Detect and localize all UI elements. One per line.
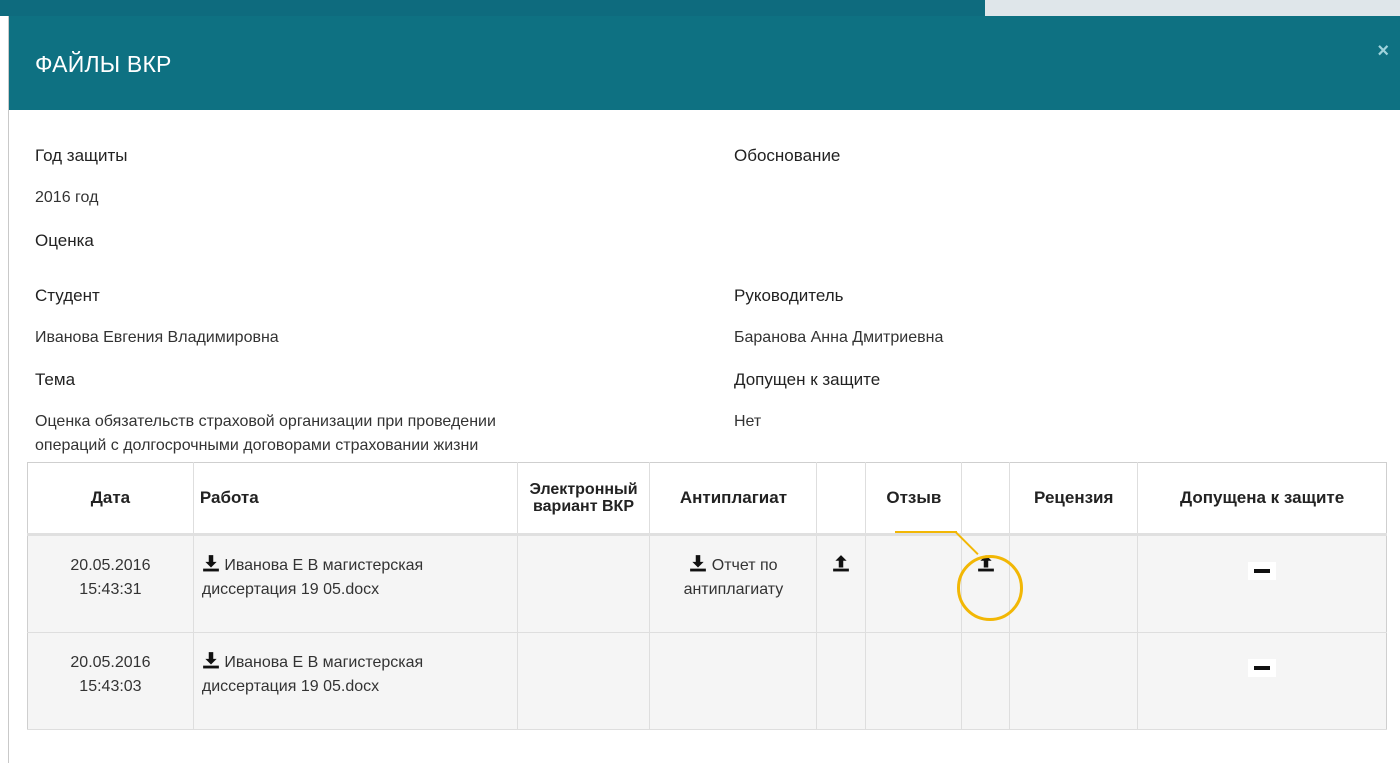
row-referee-cell: [1009, 632, 1138, 730]
close-icon[interactable]: ×: [1377, 40, 1389, 63]
work-file-line1[interactable]: Иванова Е В магистерская: [224, 654, 423, 671]
minus-icon: [1248, 659, 1277, 677]
download-icon[interactable]: [202, 554, 220, 572]
header-date[interactable]: Дата: [27, 462, 194, 536]
header-review: Отзыв: [865, 462, 962, 536]
report-link-line1[interactable]: Отчет по: [712, 557, 778, 574]
row-upload-review-cell: [961, 632, 1010, 730]
basis-label: Обоснование: [734, 146, 841, 165]
row-date: 20.05.2016: [70, 557, 151, 574]
header-electronic-line2: вариант ВКР: [533, 498, 634, 515]
row-review-cell: [865, 534, 962, 633]
download-icon[interactable]: [202, 651, 220, 669]
topic-label: Тема: [35, 370, 76, 389]
header-electronic: Электронный вариант ВКР: [516, 462, 650, 536]
row-time: 15:43:03: [79, 678, 142, 695]
header-upload-antiplagiarism: [816, 462, 866, 536]
work-file-line2[interactable]: диссертация 19 05.docx: [202, 578, 509, 602]
header-electronic-line1: Электронный: [529, 481, 638, 498]
report-link-line2[interactable]: антиплагиату: [658, 578, 808, 602]
student-label: Студент: [35, 286, 100, 305]
work-file-line1[interactable]: Иванова Е В магистерская: [224, 557, 423, 574]
row-referee-cell: [1009, 534, 1138, 633]
row-review-cell: [865, 632, 962, 730]
row-admitted-cell: [1137, 632, 1387, 730]
header-upload-review: [961, 462, 1010, 536]
files-table: Дата Работа Электронный вариант ВКР Анти…: [27, 462, 1387, 730]
admitted-label: Допущен к защите: [734, 370, 881, 389]
topic-value-line1: Оценка обязательств страховой организаци…: [35, 413, 496, 430]
student-value: Иванова Евгения Владимировна: [35, 329, 279, 346]
background-top-strip: [0, 0, 1400, 16]
year-label: Год защиты: [35, 146, 128, 165]
minus-icon: [1248, 562, 1277, 580]
year-value: 2016 год: [35, 189, 99, 206]
row-time: 15:43:31: [79, 581, 142, 598]
table-row: 20.05.2016 15:43:03 Иванова Е В магистер…: [27, 632, 1387, 730]
highlight-circle: [957, 555, 1023, 621]
row-electronic-cell: [516, 632, 650, 730]
highlight-underline: [895, 531, 957, 533]
supervisor-value: Баранова Анна Дмитриевна: [734, 329, 944, 346]
row-admitted-cell: [1137, 534, 1387, 633]
row-antiplagiarism-cell[interactable]: Отчет по антиплагиату: [649, 534, 817, 633]
modal-header: ФАЙЛЫ ВКР ×: [9, 16, 1400, 110]
table-row: 20.05.2016 15:43:31 Иванова Е В магистер…: [27, 534, 1387, 633]
row-electronic-cell: [516, 534, 650, 633]
topic-value-line2: операций с долгосрочными договорами стра…: [35, 437, 479, 454]
work-file-line2[interactable]: диссертация 19 05.docx: [202, 675, 509, 699]
header-referee: Рецензия: [1009, 462, 1138, 536]
row-antiplagiarism-cell: [649, 632, 817, 730]
modal-title: ФАЙЛЫ ВКР: [35, 51, 172, 77]
admitted-value: Нет: [734, 413, 762, 430]
row-upload-antiplagiarism-cell: [816, 632, 866, 730]
row-upload-antiplagiarism-cell: [816, 534, 866, 633]
header-antiplagiarism: Антиплагиат: [649, 462, 817, 536]
grade-label: Оценка: [35, 231, 94, 250]
row-work-cell[interactable]: Иванова Е В магистерская диссертация 19 …: [192, 534, 518, 633]
row-date-cell: 20.05.2016 15:43:31: [27, 534, 194, 633]
row-date-cell: 20.05.2016 15:43:03: [27, 632, 194, 730]
row-work-cell[interactable]: Иванова Е В магистерская диссертация 19 …: [192, 632, 518, 730]
header-work[interactable]: Работа: [192, 462, 518, 536]
supervisor-label: Руководитель: [734, 286, 844, 305]
header-admitted: Допущена к защите: [1137, 462, 1387, 536]
download-icon[interactable]: [689, 554, 707, 572]
upload-icon[interactable]: [832, 554, 850, 572]
row-date: 20.05.2016: [70, 654, 151, 671]
table-header-row: Дата Работа Электронный вариант ВКР Анти…: [27, 462, 1387, 536]
